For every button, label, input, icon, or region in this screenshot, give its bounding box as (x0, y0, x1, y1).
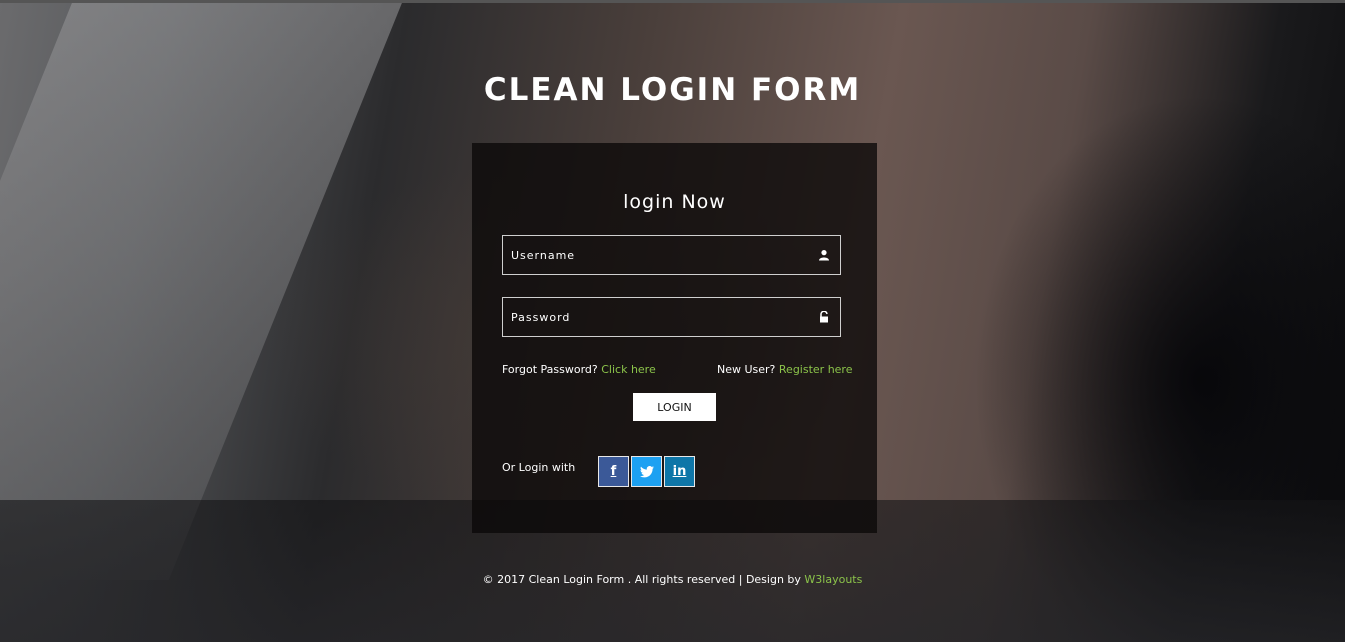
page-title: CLEAN LOGIN FORM (483, 72, 862, 108)
facebook-icon: f (610, 464, 617, 479)
w3layouts-link[interactable]: W3layouts (804, 573, 862, 586)
new-user-text: New User? (717, 363, 776, 376)
form-heading: login Now (623, 191, 726, 213)
twitter-button[interactable] (631, 456, 662, 487)
user-icon (819, 250, 829, 261)
copyright-text: © 2017 Clean Login Form . All rights res… (482, 573, 801, 586)
login-button[interactable]: LOGIN (633, 393, 716, 421)
username-input[interactable] (511, 248, 791, 262)
footer: © 2017 Clean Login Form . All rights res… (0, 573, 1345, 586)
forgot-password: Forgot Password? Click here (502, 363, 656, 376)
twitter-icon (639, 465, 654, 477)
new-user: New User? Register here (717, 363, 852, 376)
top-border (0, 0, 1345, 3)
facebook-button[interactable]: f (598, 456, 629, 487)
password-input[interactable] (511, 310, 791, 324)
forgot-password-text: Forgot Password? (502, 363, 598, 376)
unlock-icon (820, 311, 828, 323)
linkedin-icon: in (672, 464, 687, 479)
forgot-password-link[interactable]: Click here (601, 363, 656, 376)
linkedin-button[interactable]: in (664, 456, 695, 487)
password-field[interactable] (502, 297, 841, 337)
register-link[interactable]: Register here (779, 363, 853, 376)
login-panel: login Now Forgot Password? Click here Ne… (472, 143, 877, 533)
or-login-with-label: Or Login with (502, 461, 576, 474)
username-field[interactable] (502, 235, 841, 275)
